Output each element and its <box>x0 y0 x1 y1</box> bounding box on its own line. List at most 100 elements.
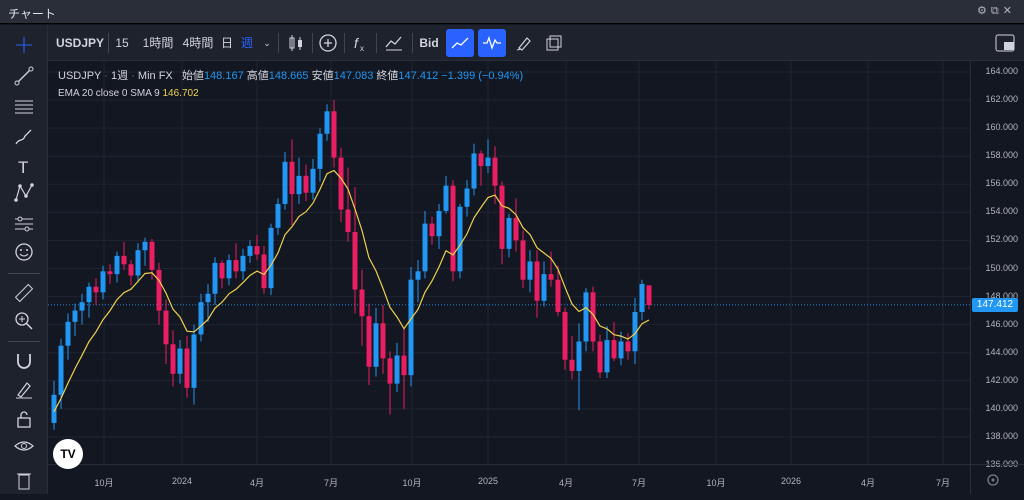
candle-body <box>72 310 78 322</box>
candle-body <box>114 255 120 275</box>
time-tick-label: 4月 <box>558 478 574 488</box>
interval-week[interactable]: 週 <box>240 31 254 55</box>
tradingview-logo[interactable]: TV <box>53 439 83 469</box>
layout-windows-icon[interactable] <box>540 29 568 57</box>
bid-toggle-button[interactable]: Bid <box>416 31 442 55</box>
candle-body <box>646 285 652 305</box>
time-tick-label: 10月 <box>402 478 422 488</box>
prediction-tool-icon[interactable] <box>12 212 36 236</box>
indicator-name[interactable]: EMA 20 close 0 SMA 9 <box>58 88 160 99</box>
candle-body <box>275 203 281 228</box>
candle <box>597 334 603 378</box>
candle-body <box>184 348 190 388</box>
ruler-icon[interactable] <box>12 281 36 305</box>
candle <box>471 143 477 196</box>
candle-body <box>303 175 309 193</box>
candle <box>422 210 428 279</box>
zoom-in-icon[interactable] <box>12 309 36 333</box>
interval-15m[interactable]: 15分 <box>110 31 134 74</box>
interval-dropdown-chevron-icon[interactable]: ⌄ <box>262 31 272 55</box>
time-tick-label: 2026 <box>780 476 802 486</box>
add-indicator-icon[interactable] <box>314 29 342 57</box>
svg-text:T: T <box>18 158 28 177</box>
chart-pane[interactable] <box>48 61 970 466</box>
candle-body <box>254 246 260 255</box>
price-tick-label: 154.000 <box>985 206 1018 217</box>
candle-body <box>345 209 351 233</box>
candle <box>583 288 589 352</box>
text-tool-icon[interactable]: T <box>12 154 36 178</box>
legend-open-label: 始値 <box>181 70 204 82</box>
eye-icon[interactable] <box>12 434 36 458</box>
price-tick-label: 140.000 <box>985 402 1018 413</box>
close-icon[interactable]: ✕ <box>1003 5 1016 17</box>
candle-body <box>597 341 603 373</box>
interval-day[interactable]: 日 <box>220 31 234 55</box>
window-controls: ⚙⧉✕ <box>977 4 1016 18</box>
candle <box>303 164 309 202</box>
legend-symbol[interactable]: USDJPY <box>58 70 101 82</box>
candle-body <box>282 161 288 204</box>
brush-tool-icon[interactable] <box>12 125 36 149</box>
chart-canvas[interactable] <box>48 61 970 466</box>
trash-icon[interactable] <box>12 467 36 491</box>
candle-body <box>93 286 99 293</box>
candle-body <box>485 157 491 167</box>
candle-body <box>373 323 379 367</box>
candle <box>576 323 582 411</box>
candle-body <box>121 255 127 265</box>
magnet-icon[interactable] <box>12 349 36 373</box>
interval-4h[interactable]: 4時間 <box>182 31 214 55</box>
lock-icon[interactable] <box>12 407 36 431</box>
emoji-icon[interactable] <box>12 240 36 264</box>
fib-retracement-icon[interactable] <box>12 95 36 119</box>
gear-icon[interactable] <box>971 465 1024 495</box>
candles-chart-type-icon[interactable] <box>282 29 310 57</box>
interval-1h[interactable]: 1時間 <box>142 31 174 55</box>
legend-high-label: 高値 <box>246 70 269 82</box>
time-tick-label: 4月 <box>860 478 876 488</box>
candle-body <box>548 274 554 280</box>
candle <box>457 203 463 279</box>
screenshot-icon[interactable] <box>990 29 1020 57</box>
candle <box>590 286 596 352</box>
candle-body <box>240 255 246 272</box>
trend-line-toggle-icon[interactable] <box>446 29 474 57</box>
popout-icon[interactable]: ⧉ <box>991 5 1003 17</box>
symbol-search-button[interactable]: USDJPY <box>56 31 104 55</box>
candle-body <box>387 358 393 384</box>
candle <box>450 180 456 282</box>
candle-body <box>457 206 463 272</box>
brush-icon[interactable] <box>510 29 538 57</box>
candle-body <box>576 341 582 371</box>
candle <box>128 260 134 286</box>
settings-icon[interactable]: ⚙ <box>977 5 991 17</box>
indicators-fx-icon[interactable]: fx <box>346 29 374 57</box>
candle-body <box>247 246 253 256</box>
candle <box>261 246 267 294</box>
candle-body <box>534 261 540 301</box>
compare-icon[interactable] <box>380 29 408 57</box>
candle <box>324 104 330 141</box>
candle-body <box>611 340 617 359</box>
candle <box>506 213 512 258</box>
indicator-legend[interactable]: EMA 20 close 0 SMA 9 146.702 <box>58 88 199 99</box>
candle <box>212 257 218 305</box>
candle <box>275 198 281 235</box>
price-tick-label: 156.000 <box>985 178 1018 189</box>
candle <box>513 198 519 252</box>
chart-toolbar: USDJPY 15分 1時間 4時間 日 週 ⌄ fx Bid <box>48 25 1024 74</box>
candle-body <box>366 316 372 367</box>
axis-settings-corner[interactable] <box>970 464 1024 494</box>
price-tick-label: 164.000 <box>985 66 1018 76</box>
lock-pencil-icon[interactable] <box>12 377 36 401</box>
oscillator-toggle-icon[interactable] <box>478 29 506 57</box>
pattern-tool-icon[interactable] <box>12 181 36 205</box>
crosshair-icon[interactable] <box>12 33 36 57</box>
candle <box>443 175 449 214</box>
candle <box>436 203 442 249</box>
candle-body <box>191 334 197 388</box>
candle-body <box>604 340 610 373</box>
candle-body <box>492 157 498 186</box>
trend-line-tool-icon[interactable] <box>12 64 36 88</box>
